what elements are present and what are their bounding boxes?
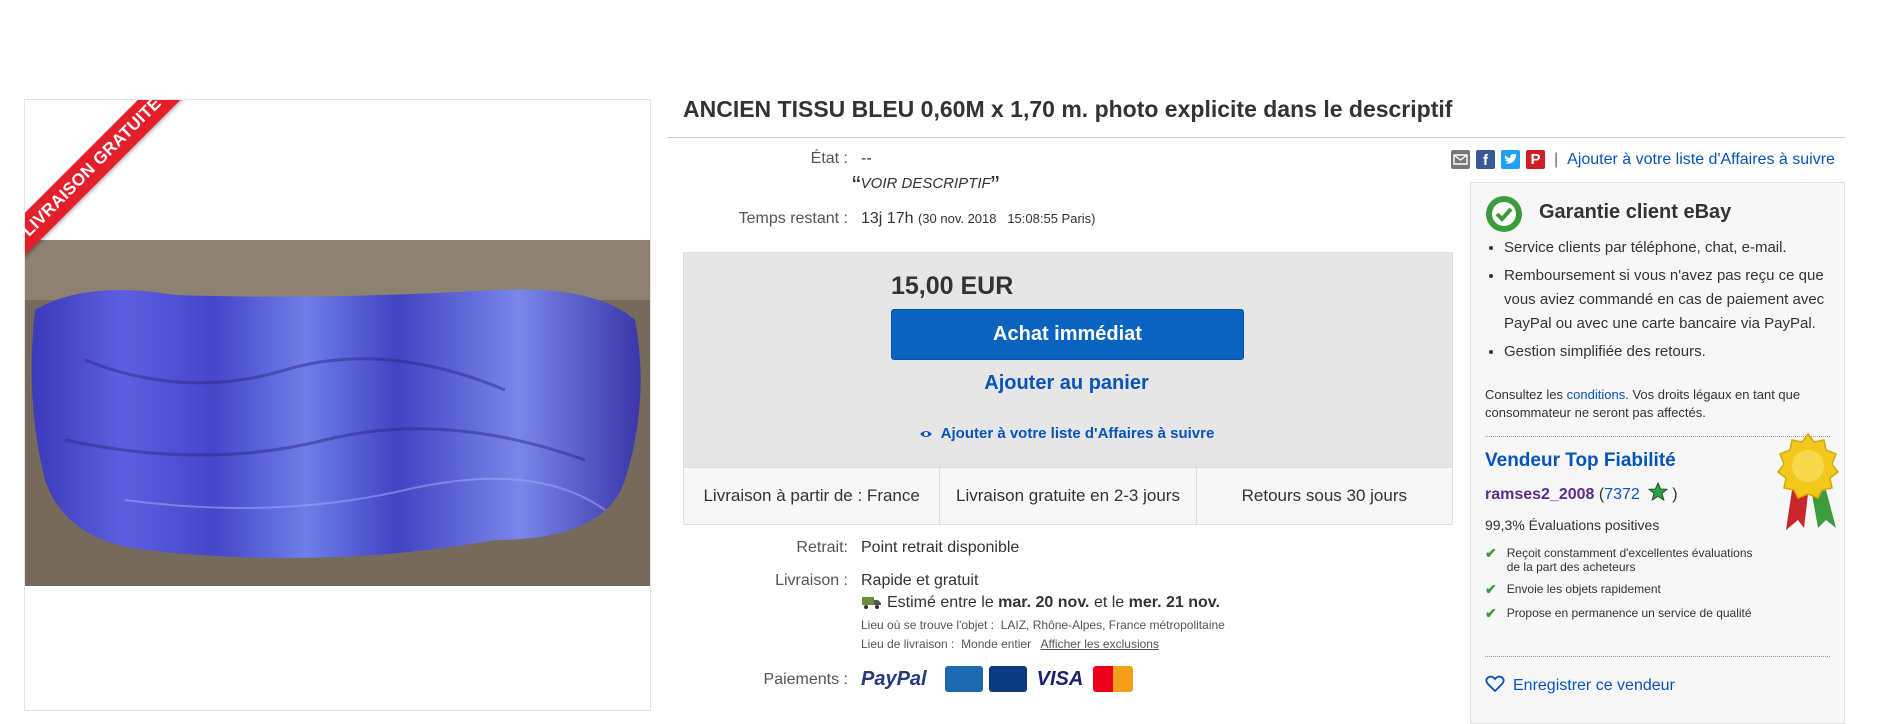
state-value: -- [861, 150, 872, 167]
guarantee-title: Garantie client eBay [1539, 201, 1732, 223]
product-photo[interactable] [25, 240, 650, 586]
panel-divider [1485, 656, 1830, 657]
watchlist-link[interactable]: Ajouter à votre liste d'Affaires à suivr… [1567, 151, 1835, 169]
truck-icon [861, 594, 883, 615]
guarantee-bullet: Gestion simplifiée des retours. [1504, 340, 1834, 364]
score-close: ) [1672, 486, 1678, 503]
time-left: 13j 17h (30 nov. 2018 15:08:55 Paris) [861, 210, 1096, 228]
estimate-date-from: mar. 20 nov. [998, 594, 1090, 611]
item-location-value: LAIZ, Rhône-Alpes, France métropolitaine [1000, 618, 1225, 632]
guarantee-consult: Consultez les conditions. Vos droits lég… [1485, 386, 1835, 422]
top-rated-medal-icon [1768, 432, 1848, 537]
guarantee-bullets: Service clients par téléphone, chat, e-m… [1484, 236, 1834, 368]
email-share-icon[interactable] [1451, 150, 1470, 169]
top-rated-title: Vendeur Top Fiabilité [1485, 450, 1676, 471]
seller-points: ✔ Reçoit constamment d'excellentes évalu… [1485, 546, 1765, 620]
save-seller-link[interactable]: Enregistrer ce vendeur [1485, 675, 1675, 698]
time-left-value: 13j 17h [861, 210, 914, 227]
seller-info: ramses2_2008 (7372 ) [1485, 481, 1678, 507]
buy-now-button[interactable]: Achat immédiat [891, 309, 1244, 360]
pinterest-share-icon[interactable]: P [1526, 150, 1545, 169]
item-location: Lieu où se trouve l'objet : LAIZ, Rhône-… [861, 618, 1225, 632]
time-left-label: Temps restant : [738, 210, 848, 227]
item-title: ANCIEN TISSU BLEU 0,60M x 1,70 m. photo … [683, 96, 1453, 122]
pickup-label: Retrait: [796, 539, 848, 556]
shipping-summary-row: Livraison à partir de : France Livraison… [683, 467, 1453, 525]
ship-to: Lieu de livraison : Monde entier Affiche… [861, 637, 1159, 651]
time-end-date: (30 nov. 2018 15:08:55 Paris) [917, 211, 1096, 226]
image-panel: LIVRAISON GRATUITE [24, 99, 651, 711]
estimate-prefix: Estimé entre le [887, 594, 994, 611]
maestro-card-icon [988, 666, 1027, 692]
eye-icon [919, 426, 933, 443]
guarantee-bullet: Remboursement si vous n'avez pas reçu ce… [1504, 264, 1834, 336]
title-divider [668, 137, 1845, 138]
mastercard-icon [1093, 666, 1134, 692]
seller-point: ✔ Propose en permanence un service de qu… [1485, 606, 1765, 620]
seller-feedback-score[interactable]: 7372 [1604, 486, 1640, 503]
check-icon: ✔ [1485, 581, 1497, 597]
guarantee-shield-icon [1485, 195, 1523, 238]
paypal-logo: PayPal [861, 667, 927, 690]
state-desc-text: VOIR DESCRIPTIF [860, 175, 991, 192]
seller-name[interactable]: ramses2_2008 [1485, 486, 1594, 503]
state-description: “VOIR DESCRIPTIF” [852, 170, 1000, 200]
seller-point-text: Reçoit constamment d'excellentes évaluat… [1506, 546, 1753, 574]
cb-card-icon [944, 666, 983, 692]
delivery-value: Rapide et gratuit [861, 572, 979, 589]
pickup-value: Point retrait disponible [861, 539, 1020, 556]
ribbon-label: LIVRAISON GRATUITE [25, 100, 199, 274]
payment-methods: PayPal VISA [861, 666, 1134, 692]
guarantee-bullet: Service clients par téléphone, chat, e-m… [1504, 236, 1834, 260]
item-price: 15,00 EUR [891, 272, 1014, 300]
seller-point: ✔ Reçoit constamment d'excellentes évalu… [1485, 546, 1765, 574]
feedback-star-icon [1647, 481, 1669, 507]
estimate-date-to: mer. 21 nov. [1128, 594, 1220, 611]
payments-label: Paiements : [763, 671, 848, 688]
check-icon: ✔ [1485, 545, 1497, 561]
exclusions-link[interactable]: Afficher les exclusions [1040, 637, 1159, 651]
positive-feedback: 99,3% Évaluations positives [1485, 517, 1660, 533]
add-to-cart-link[interactable]: Ajouter au panier [891, 372, 1242, 395]
returns-policy: Retours sous 30 jours [1241, 486, 1407, 505]
delivery-estimate: Estimé entre le mar. 20 nov. et le mer. … [861, 594, 1220, 615]
share-bar: f P | Ajouter à votre liste d'Affaires à… [1451, 150, 1835, 169]
ship-to-label: Lieu de livraison : [861, 637, 955, 651]
twitter-share-icon[interactable] [1501, 150, 1520, 169]
conditions-link[interactable]: conditions [1567, 387, 1626, 402]
free-shipping-time: Livraison gratuite en 2-3 jours [940, 468, 1197, 524]
item-location-label: Lieu où se trouve l'objet : [861, 618, 995, 632]
estimate-mid: et le [1093, 594, 1125, 611]
delivery-label: Livraison : [775, 572, 848, 589]
consult-prefix: Consultez les [1485, 387, 1564, 402]
visa-logo: VISA [1036, 667, 1084, 690]
heart-icon [1485, 675, 1505, 698]
seller-point-text: Propose en permanence un service de qual… [1506, 606, 1752, 620]
state-label: État : [810, 150, 848, 167]
add-to-watchlist-label: Ajouter à votre liste d'Affaires à suivr… [940, 425, 1215, 442]
ships-from: Livraison à partir de : France [684, 468, 941, 524]
free-shipping-ribbon: LIVRAISON GRATUITE [25, 100, 209, 284]
check-icon: ✔ [1485, 605, 1497, 621]
fabric-image [25, 240, 650, 586]
add-to-watchlist-link[interactable]: Ajouter à votre liste d'Affaires à suivr… [891, 425, 1242, 443]
share-separator: | [1554, 150, 1559, 168]
save-seller-label: Enregistrer ce vendeur [1513, 677, 1675, 694]
seller-point-text: Envoie les objets rapidement [1506, 582, 1661, 596]
seller-point: ✔ Envoie les objets rapidement [1485, 582, 1765, 596]
facebook-share-icon[interactable]: f [1476, 150, 1495, 169]
ship-to-value: Monde entier [961, 637, 1032, 651]
